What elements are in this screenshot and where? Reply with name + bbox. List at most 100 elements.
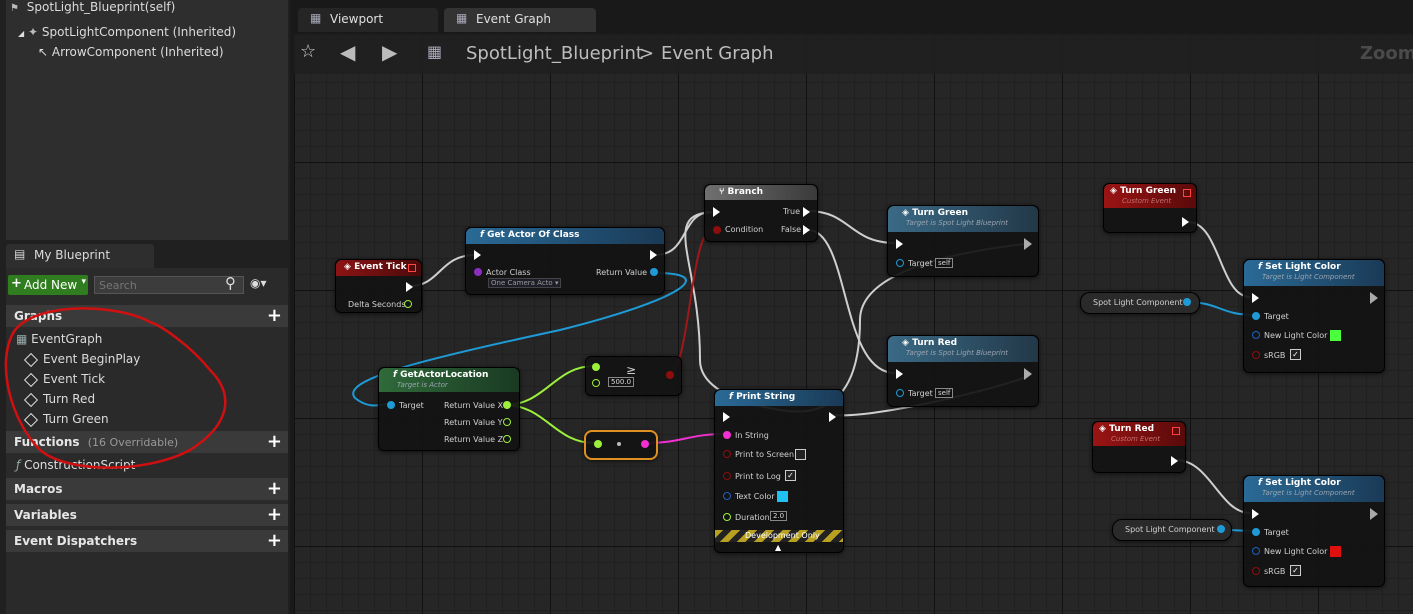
float-out-pin[interactable] — [503, 401, 511, 409]
bool-in-pin[interactable] — [723, 450, 731, 458]
add-macro-icon[interactable]: + — [267, 478, 282, 499]
new-color-swatch[interactable] — [1330, 546, 1341, 557]
event-delegate-pin[interactable] — [408, 264, 416, 272]
target-pin[interactable] — [896, 259, 904, 267]
node-turn-green-event[interactable]: ◈ Turn Green Custom Event — [1103, 183, 1197, 233]
node-compare-float[interactable]: 500.0 ≥ — [585, 356, 682, 396]
node-spotlight-getter-2[interactable]: Spot Light Component — [1112, 519, 1232, 541]
add-graph-icon[interactable]: + — [267, 305, 282, 326]
star-icon[interactable]: ☆ — [300, 41, 316, 62]
node-get-actor-of-class[interactable]: f Get Actor Of Class Actor Class One Cam… — [465, 227, 665, 295]
compare-value-field[interactable]: 500.0 — [608, 377, 635, 387]
bool-in-pin[interactable] — [1252, 351, 1260, 359]
node-conversion[interactable] — [584, 430, 658, 460]
tab-viewport[interactable]: ▦ Viewport — [298, 8, 438, 32]
exec-true-pin[interactable] — [803, 207, 810, 217]
section-event-dispatchers[interactable]: Event Dispatchers + — [6, 530, 288, 552]
new-color-swatch[interactable] — [1330, 330, 1341, 341]
graph-item-tick[interactable]: Event Tick — [23, 372, 105, 387]
node-branch[interactable]: ⑂ Branch Condition True False — [704, 184, 818, 242]
object-out-pin[interactable] — [1183, 298, 1191, 306]
color-in-pin[interactable] — [723, 492, 731, 500]
float-out-pin[interactable] — [503, 435, 511, 443]
add-new-button[interactable]: Add New + ▾ — [8, 275, 88, 295]
float-in-pin[interactable] — [594, 440, 602, 448]
node-event-tick[interactable]: ◈ Event Tick Delta Seconds — [335, 259, 422, 313]
node-print-string[interactable]: f Print String In String Print to Screen… — [714, 389, 844, 553]
float-in-pin[interactable] — [723, 513, 731, 521]
float-in-pin[interactable] — [592, 379, 600, 387]
search-input[interactable] — [94, 276, 244, 294]
exec-out-pin[interactable] — [1024, 238, 1032, 250]
node-get-actor-location[interactable]: f GetActorLocation Target is Actor Targe… — [378, 367, 520, 451]
add-variable-icon[interactable]: + — [267, 504, 282, 525]
exec-in-pin[interactable] — [474, 250, 481, 260]
expand-icon[interactable]: ▲ — [775, 543, 781, 552]
node-turn-green-call[interactable]: ◈ Turn Green Target is Spot Light Bluepr… — [887, 205, 1039, 277]
tree-item-spotlight[interactable]: ◢ ✦ SpotLightComponent (Inherited) — [18, 25, 236, 39]
node-set-light-color-red[interactable]: f Set Light Color Target is Light Compon… — [1243, 475, 1385, 587]
float-in-pin[interactable] — [592, 363, 600, 371]
target-pin[interactable] — [896, 389, 904, 397]
class-pin[interactable] — [474, 268, 482, 276]
duration-field[interactable]: 2.0 — [770, 511, 788, 521]
exec-out-pin[interactable] — [1182, 217, 1189, 227]
exec-out-pin[interactable] — [1370, 292, 1378, 304]
node-spotlight-getter-1[interactable]: Spot Light Component — [1080, 292, 1200, 314]
exec-in-pin[interactable] — [896, 369, 903, 379]
back-arrow-icon[interactable]: ◀ — [340, 40, 355, 64]
forward-arrow-icon[interactable]: ▶ — [382, 40, 397, 64]
section-graphs[interactable]: Graphs + — [6, 305, 288, 327]
exec-out-pin[interactable] — [829, 412, 836, 422]
graph-item-begin-play[interactable]: Event BeginPlay — [23, 352, 140, 367]
tree-root[interactable]: ⚑ SpotLight_Blueprint(self) — [10, 0, 175, 14]
event-delegate-pin[interactable] — [1172, 427, 1180, 435]
add-function-icon[interactable]: + — [267, 431, 282, 452]
node-turn-red-call[interactable]: ◈ Turn Red Target is Spot Light Blueprin… — [887, 335, 1039, 407]
exec-in-pin[interactable] — [1252, 293, 1259, 303]
node-turn-red-event[interactable]: ◈ Turn Red Custom Event — [1092, 421, 1186, 473]
float-out-pin[interactable] — [404, 300, 412, 308]
print-log-checkbox[interactable]: ✓ — [785, 470, 796, 481]
self-field[interactable]: self — [935, 258, 954, 268]
target-pin[interactable] — [387, 401, 395, 409]
add-dispatcher-icon[interactable]: + — [267, 530, 282, 551]
exec-out-pin[interactable] — [650, 250, 657, 260]
bool-out-pin[interactable] — [666, 371, 674, 379]
self-field[interactable]: self — [935, 388, 954, 398]
exec-in-pin[interactable] — [896, 239, 903, 249]
string-in-pin[interactable] — [723, 431, 731, 439]
bool-in-pin[interactable] — [723, 472, 731, 480]
color-in-pin[interactable] — [1252, 547, 1260, 555]
text-color-swatch[interactable] — [777, 491, 788, 502]
actor-class-dropdown[interactable]: One Camera Acto ▾ — [488, 278, 562, 288]
function-item-construction-script[interactable]: ƒ ConstructionScript — [16, 458, 135, 472]
graph-item-eventgraph[interactable]: ▦ EventGraph — [16, 332, 102, 346]
tree-item-arrow[interactable]: ↖ ArrowComponent (Inherited) — [38, 45, 224, 59]
float-out-pin[interactable] — [503, 418, 511, 426]
string-out-pin[interactable] — [641, 440, 649, 448]
section-functions[interactable]: Functions (16 Overridable) + — [6, 431, 288, 453]
exec-in-pin[interactable] — [1252, 509, 1259, 519]
section-variables[interactable]: Variables + — [6, 504, 288, 526]
tab-my-blueprint[interactable]: ▤ My Blueprint — [6, 244, 154, 268]
object-out-pin[interactable] — [1217, 525, 1225, 533]
exec-false-pin[interactable] — [803, 225, 810, 235]
color-in-pin[interactable] — [1252, 331, 1260, 339]
object-out-pin[interactable] — [650, 268, 658, 276]
condition-pin[interactable] — [713, 226, 721, 234]
srgb-checkbox[interactable]: ✓ — [1290, 565, 1301, 576]
section-macros[interactable]: Macros + — [6, 478, 288, 500]
graph-item-turn-green[interactable]: Turn Green — [23, 412, 109, 427]
eye-icon[interactable]: ◉▾ — [250, 276, 267, 290]
srgb-checkbox[interactable]: ✓ — [1290, 349, 1301, 360]
node-set-light-color-green[interactable]: f Set Light Color Target is Light Compon… — [1243, 259, 1385, 373]
bool-in-pin[interactable] — [1252, 567, 1260, 575]
breadcrumb-blueprint[interactable]: SpotLight_Blueprint — [466, 43, 643, 64]
print-screen-checkbox[interactable] — [795, 449, 806, 460]
search-icon[interactable]: ⚲ — [225, 274, 236, 292]
graph-item-turn-red[interactable]: Turn Red — [23, 392, 95, 407]
target-pin[interactable] — [1252, 528, 1260, 536]
exec-in-pin[interactable] — [723, 412, 730, 422]
exec-out-pin[interactable] — [1171, 456, 1178, 466]
